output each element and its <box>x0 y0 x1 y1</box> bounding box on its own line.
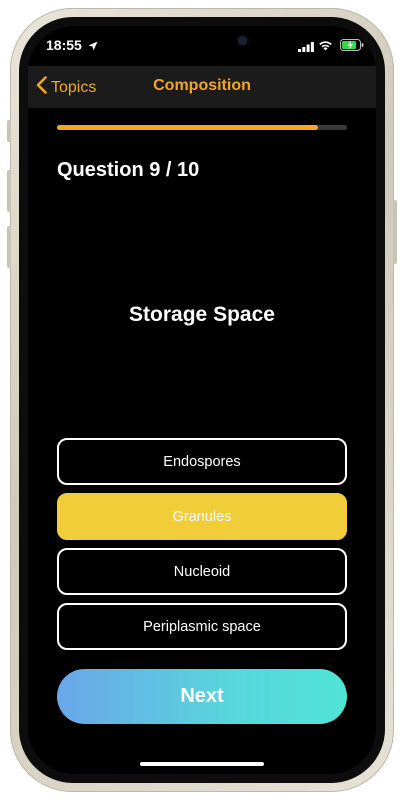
quiz-progress-fill <box>57 125 318 130</box>
answer-option[interactable]: Periplasmic space <box>57 603 347 650</box>
side-button-volume-down <box>7 226 11 268</box>
side-button-action <box>7 120 11 142</box>
wifi-icon <box>318 38 333 56</box>
status-time: 18:55 <box>46 37 82 53</box>
answer-option[interactable]: Nucleoid <box>57 548 347 595</box>
question-counter: Question 9 / 10 <box>57 159 200 181</box>
side-button-power <box>393 200 397 264</box>
answer-option[interactable]: Endospores <box>57 438 347 485</box>
answer-label: Nucleoid <box>173 563 231 580</box>
side-button-volume-up <box>7 170 11 212</box>
quiz-progress-bar <box>57 125 347 130</box>
next-button-label: Next <box>180 685 224 707</box>
nav-bar: Topics Composition <box>28 66 376 108</box>
answer-label: Periplasmic space <box>143 618 261 635</box>
answer-option[interactable]: Granules <box>57 493 347 540</box>
location-arrow-icon <box>88 38 98 56</box>
answer-label: Granules <box>172 508 232 525</box>
page-title: Composition <box>153 77 251 94</box>
question-prompt: Storage Space <box>129 303 275 326</box>
front-camera <box>238 36 247 45</box>
notch <box>110 26 294 56</box>
answer-label: Endospores <box>163 453 241 470</box>
home-indicator[interactable] <box>140 762 264 766</box>
cell-signal-icon <box>298 39 314 57</box>
battery-charging-icon <box>340 38 364 56</box>
next-button[interactable]: Next <box>57 669 347 724</box>
phone-screen: 18:55 Topics Composition Question 9 / 10… <box>28 26 376 774</box>
